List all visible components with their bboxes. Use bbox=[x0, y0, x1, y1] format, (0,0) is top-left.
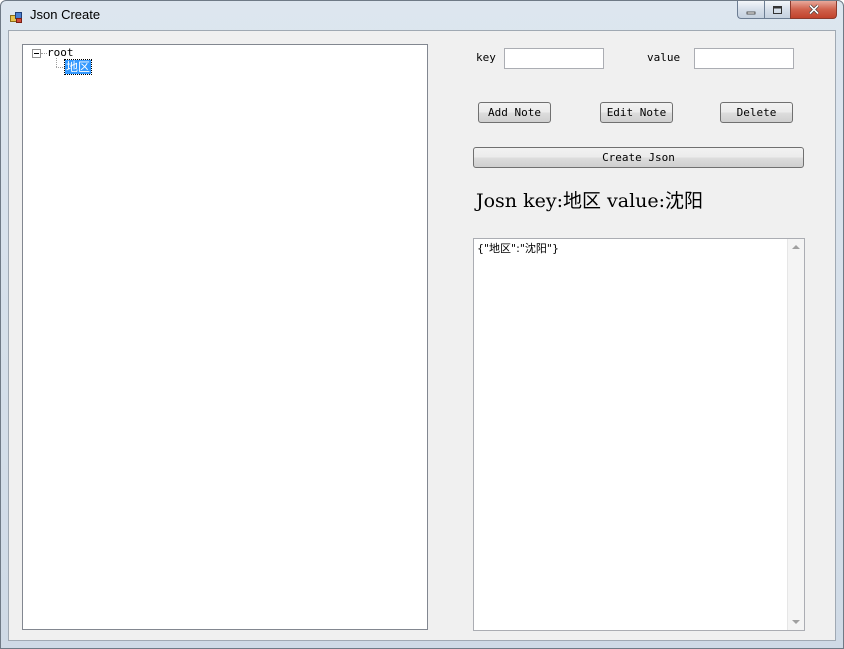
application-icon bbox=[10, 9, 23, 23]
close-icon bbox=[808, 1, 820, 19]
value-input[interactable] bbox=[694, 48, 794, 69]
create-json-button[interactable]: Create Json bbox=[473, 147, 804, 168]
selected-node-info: Josn key:地区 value:沈阳 bbox=[476, 190, 704, 212]
minimize-button[interactable] bbox=[737, 1, 764, 19]
json-tree-view[interactable]: root 地区 bbox=[22, 44, 428, 630]
tree-connector bbox=[56, 67, 65, 68]
key-label: key bbox=[476, 51, 496, 64]
window-title: Json Create bbox=[30, 7, 101, 22]
vertical-scrollbar[interactable] bbox=[787, 239, 804, 630]
tree-node-root[interactable]: root bbox=[47, 46, 74, 59]
close-button[interactable] bbox=[790, 1, 837, 19]
delete-button[interactable]: Delete bbox=[720, 102, 793, 123]
edit-note-button[interactable]: Edit Note bbox=[600, 102, 673, 123]
json-output-text: {"地区":"沈阳"} bbox=[477, 242, 559, 255]
title-bar[interactable]: Json Create bbox=[1, 1, 843, 30]
collapse-toggle-icon[interactable] bbox=[32, 49, 41, 58]
tree-connector bbox=[56, 58, 57, 67]
maximize-icon bbox=[772, 1, 783, 19]
caption-buttons bbox=[737, 1, 837, 20]
scroll-down-arrow-icon[interactable] bbox=[792, 620, 800, 624]
maximize-button[interactable] bbox=[764, 1, 790, 19]
key-input[interactable] bbox=[504, 48, 604, 69]
add-note-button[interactable]: Add Note bbox=[478, 102, 551, 123]
tree-node-selected[interactable]: 地区 bbox=[63, 59, 93, 75]
minimize-icon bbox=[746, 1, 756, 19]
main-window: Json Create root 地区 key value Add Note E… bbox=[0, 0, 844, 649]
client-area: root 地区 key value Add Note Edit Note Del… bbox=[8, 30, 836, 641]
json-output-textbox[interactable]: {"地区":"沈阳"} bbox=[473, 238, 805, 631]
value-label: value bbox=[647, 51, 681, 64]
scroll-up-arrow-icon[interactable] bbox=[792, 245, 800, 249]
